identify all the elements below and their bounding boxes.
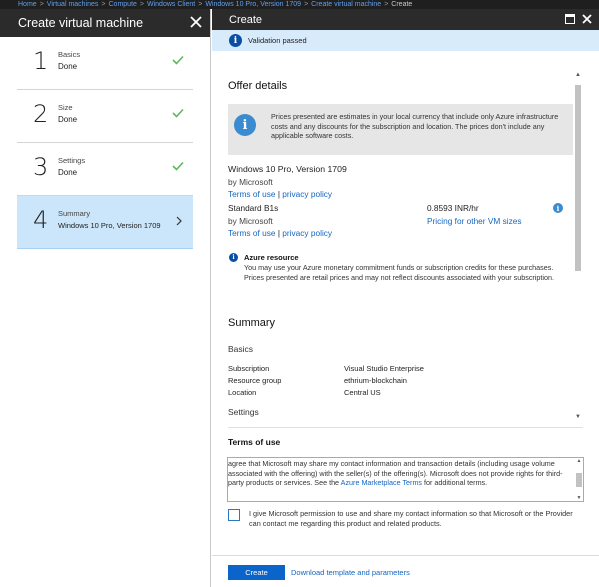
- product-links: Terms of use | privacy policy: [228, 189, 332, 199]
- left-blade-title: Create virtual machine: [18, 16, 144, 30]
- checkmark-icon: [172, 55, 184, 65]
- vm-size-links: Terms of use | privacy policy: [228, 228, 332, 238]
- chevron-right-icon: [176, 216, 182, 226]
- breadcrumb-separator: >: [101, 1, 106, 8]
- consent-checkbox[interactable]: [228, 509, 240, 521]
- settings-heading: Settings: [228, 407, 259, 417]
- create-button[interactable]: Create: [228, 565, 285, 580]
- step-status: Done: [58, 62, 78, 71]
- breadcrumb-separator: >: [198, 1, 203, 8]
- scroll-up-arrow[interactable]: ▲: [574, 71, 582, 79]
- step-status: Done: [58, 115, 78, 124]
- info-icon: i: [234, 114, 256, 136]
- breadcrumb-separator: >: [304, 1, 309, 8]
- checkmark-icon: [172, 108, 184, 118]
- step-title: Summary: [58, 209, 91, 218]
- step-status: Done: [58, 168, 78, 177]
- terms-of-use-link[interactable]: Terms of use: [228, 228, 276, 238]
- step-number: 3: [33, 153, 49, 181]
- scroll-down-arrow[interactable]: ▼: [574, 413, 582, 421]
- terms-text: agree that Microsoft may share my contac…: [228, 459, 563, 488]
- azure-resource-title: Azure resource: [244, 253, 299, 262]
- pricing-info-box: i Prices presented are estimates in your…: [228, 104, 573, 155]
- step-title: Size: [58, 103, 73, 112]
- step-title: Basics: [58, 50, 81, 59]
- step-basics[interactable]: 1 Basics Done: [17, 37, 193, 90]
- breadcrumb-home[interactable]: Home: [18, 1, 37, 8]
- link-divider: |: [277, 228, 280, 238]
- breadcrumb-compute[interactable]: Compute: [109, 1, 137, 8]
- pricing-other-sizes-link[interactable]: Pricing for other VM sizes: [427, 216, 522, 226]
- footer-divider: [212, 555, 599, 556]
- left-blade: Create virtual machine 1 Basics Done 2 S…: [0, 9, 211, 587]
- summary-label-location: Location: [228, 388, 257, 397]
- offer-details-heading: Offer details: [228, 80, 288, 92]
- breadcrumb-windows-client[interactable]: Windows Client: [147, 1, 195, 8]
- product-name: Windows 10 Pro, Version 1709: [228, 164, 347, 174]
- checkmark-icon: [172, 161, 184, 171]
- breadcrumb-current: Create: [391, 1, 413, 8]
- validation-banner: i Validation passed: [212, 30, 599, 51]
- step-number: 2: [33, 100, 49, 128]
- step-settings[interactable]: 3 Settings Done: [17, 143, 193, 196]
- pricing-info-text: Prices presented are estimates in your l…: [271, 112, 559, 140]
- section-divider: [228, 427, 583, 428]
- step-summary[interactable]: 4 Summary Windows 10 Pro, Version 1709: [17, 196, 193, 249]
- summary-value-resource-group: ethrium-blockchain: [344, 376, 407, 385]
- info-icon: i: [229, 34, 242, 47]
- right-blade: Create i Validation passed Offer details…: [212, 9, 599, 587]
- scroll-up-arrow[interactable]: ▲: [575, 458, 583, 464]
- right-blade-header: Create: [212, 9, 599, 30]
- azure-marketplace-terms-link[interactable]: Azure Marketplace Terms: [341, 478, 422, 487]
- vm-size-publisher: by Microsoft: [228, 216, 273, 226]
- terms-text-box[interactable]: agree that Microsoft may share my contac…: [227, 457, 584, 502]
- summary-heading: Summary: [228, 317, 276, 329]
- product-publisher: by Microsoft: [228, 177, 273, 187]
- breadcrumb-windows-10-pro[interactable]: Windows 10 Pro, Version 1709: [205, 1, 301, 8]
- breadcrumb-separator: >: [139, 1, 144, 8]
- maximize-icon[interactable]: [565, 14, 575, 24]
- azure-resource-text: You may use your Azure monetary commitme…: [244, 263, 555, 282]
- vm-price: 0.8593 INR/hr: [427, 203, 479, 213]
- step-number: 1: [33, 47, 49, 75]
- terms-scrollbar[interactable]: ▲ ▼: [575, 458, 583, 501]
- download-template-link[interactable]: Download template and parameters: [291, 568, 410, 577]
- content-scrollbar[interactable]: ▲ ▼: [574, 71, 582, 421]
- breadcrumb-create-vm[interactable]: Create virtual machine: [311, 1, 381, 8]
- close-icon[interactable]: [189, 15, 203, 29]
- scroll-down-arrow[interactable]: ▼: [575, 495, 583, 501]
- summary-label-resource-group: Resource group: [228, 376, 282, 385]
- summary-value-location: Central US: [344, 388, 381, 397]
- close-icon[interactable]: [581, 13, 593, 25]
- terms-of-use-heading: Terms of use: [228, 437, 281, 447]
- terms-of-use-link[interactable]: Terms of use: [228, 189, 276, 199]
- breadcrumb-separator: >: [384, 1, 389, 8]
- right-blade-title: Create: [229, 13, 263, 26]
- summary-value-subscription: Visual Studio Enterprise: [344, 364, 424, 373]
- privacy-policy-link[interactable]: privacy policy: [282, 189, 332, 199]
- step-number: 4: [33, 206, 49, 234]
- basics-heading: Basics: [228, 344, 254, 354]
- privacy-policy-link[interactable]: privacy policy: [282, 228, 332, 238]
- summary-label-subscription: Subscription: [228, 364, 270, 373]
- breadcrumb: Home > Virtual machines > Compute > Windows Cl…: [0, 0, 599, 9]
- vm-size-name: Standard B1s: [228, 203, 279, 213]
- link-divider: |: [277, 189, 280, 199]
- scrollbar-thumb[interactable]: [575, 85, 581, 271]
- info-icon[interactable]: i: [553, 203, 563, 213]
- validation-text: Validation passed: [248, 36, 307, 45]
- breadcrumb-virtual-machines[interactable]: Virtual machines: [47, 1, 99, 8]
- step-title: Settings: [58, 156, 86, 165]
- consent-text: I give Microsoft permission to use and s…: [249, 509, 573, 528]
- scrollbar-thumb[interactable]: [576, 473, 582, 487]
- left-blade-header: Create virtual machine: [0, 9, 210, 37]
- info-icon: i: [229, 253, 238, 262]
- step-size[interactable]: 2 Size Done: [17, 90, 193, 143]
- step-subtitle: Windows 10 Pro, Version 1709: [58, 221, 161, 230]
- breadcrumb-separator: >: [39, 1, 44, 8]
